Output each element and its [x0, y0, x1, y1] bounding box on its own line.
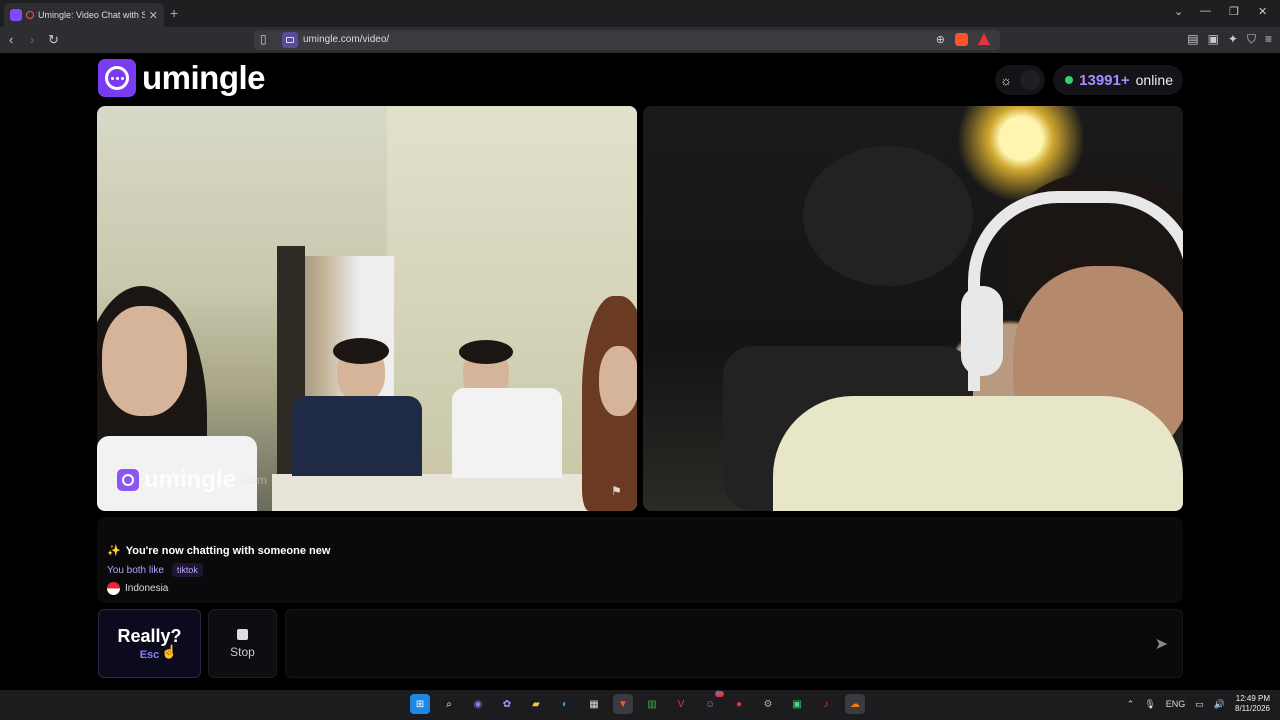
umingle-watermark: umingle .com: [117, 466, 267, 494]
watermark-logo-icon: [117, 469, 139, 491]
close-window-button[interactable]: ✕: [1258, 5, 1267, 18]
url-field[interactable]: ▯ umingle.com/video/ ⊕: [254, 30, 1000, 50]
sidebar-icon[interactable]: ▤: [1187, 32, 1198, 47]
send-icon[interactable]: ➤: [1155, 634, 1168, 654]
notepad-icon[interactable]: ▥: [642, 694, 662, 714]
zoom-icon[interactable]: ⊕: [936, 33, 945, 46]
android-icon[interactable]: ▣: [787, 694, 807, 714]
recording-indicator-icon: [26, 11, 34, 19]
indonesia-flag-icon: [107, 582, 120, 595]
search-icon[interactable]: ⌕: [439, 694, 459, 714]
teams-icon[interactable]: ◉: [468, 694, 488, 714]
language-indicator[interactable]: ENG: [1166, 699, 1186, 709]
camera-permission-icon[interactable]: [282, 32, 298, 48]
store-icon[interactable]: ▦: [584, 694, 604, 714]
brave-shields-icon[interactable]: [955, 33, 968, 46]
watermark-suffix: .com: [241, 473, 268, 487]
online-label: online: [1135, 72, 1173, 88]
stop-label: Stop: [230, 644, 255, 659]
stranger-video: umingle .com ⚑: [97, 106, 637, 511]
tab-close-icon[interactable]: ✕: [149, 9, 158, 22]
menu-icon[interactable]: ≡: [1265, 32, 1272, 47]
clock-date: 8/11/2026: [1235, 704, 1270, 713]
address-bar-row: ‹ › ↻ ▯ umingle.com/video/ ⊕ ▤ ▣ ✦ ⛉ ≡: [0, 27, 1280, 53]
online-counter: 13991+ online: [1053, 65, 1183, 95]
browser-tab-bar: Umingle: Video Chat with Str ✕ + ⌄ — ❐ ✕: [0, 0, 1280, 27]
status-message: You're now chatting with someone new: [125, 544, 331, 557]
vegas-icon[interactable]: V: [671, 694, 691, 714]
tab-title: Umingle: Video Chat with Str: [38, 10, 145, 20]
microphone-icon[interactable]: 🎙: [1144, 699, 1155, 710]
settings-gear-icon[interactable]: ⚙: [758, 694, 778, 714]
country-label: Indonesia: [125, 583, 169, 594]
brave-rewards-icon[interactable]: [978, 33, 990, 45]
stop-square-icon: [237, 628, 248, 640]
forward-icon[interactable]: ›: [30, 32, 34, 47]
online-count: 13991+: [1079, 71, 1130, 89]
logo-text: umingle: [142, 59, 266, 96]
bookmark-icon[interactable]: ▯: [260, 32, 267, 46]
skip-shortcut: Esc: [139, 649, 160, 661]
cloudflare-icon[interactable]: ☁: [845, 694, 865, 714]
new-tab-button[interactable]: +: [170, 5, 178, 21]
interest-tag: tiktok: [171, 563, 203, 577]
clock[interactable]: 12:49 PM 8/11/2026: [1235, 694, 1270, 714]
discord-badge: 9+: [715, 691, 724, 697]
clock-time: 12:49 PM: [1235, 694, 1270, 703]
windows-taskbar: ⊞ ⌕ ◉ ✿ ▰ ◐ ▦ ▼ ▥ V ☺ 9+ ● ⚙ ▣ ♪ ☁ ⌃ 🎙 EN…: [0, 690, 1280, 720]
shared-interests-label: You both like: [107, 564, 164, 576]
mouse-cursor-icon: ☝: [161, 644, 178, 659]
self-video: [643, 106, 1183, 511]
minimize-button[interactable]: —: [1200, 5, 1211, 17]
umingle-favicon-icon: [10, 9, 22, 21]
message-input[interactable]: [286, 610, 1182, 677]
record-app-icon[interactable]: ●: [729, 694, 749, 714]
tab-search-chevron-icon[interactable]: ⌄: [1174, 5, 1183, 18]
back-icon[interactable]: ‹: [9, 32, 13, 47]
theme-toggle[interactable]: ☼: [995, 65, 1046, 95]
browser-tab-umingle[interactable]: Umingle: Video Chat with Str ✕: [4, 3, 164, 27]
sparkle-icon: ✨: [107, 545, 121, 557]
wallet-icon[interactable]: ▣: [1208, 32, 1219, 47]
tray-chevron-icon[interactable]: ⌃: [1127, 699, 1135, 710]
discord-icon[interactable]: ☺ 9+: [700, 691, 724, 714]
vpn-icon[interactable]: ⛉: [1247, 32, 1256, 47]
online-status-dot: [1065, 76, 1074, 84]
toggle-knob: [1020, 70, 1041, 90]
umingle-logo[interactable]: umingle: [98, 59, 266, 97]
brave-icon[interactable]: ▼: [613, 694, 633, 714]
url-text[interactable]: umingle.com/video/: [303, 34, 389, 45]
maximize-button[interactable]: ❐: [1229, 5, 1239, 18]
network-icon[interactable]: ▭: [1195, 699, 1204, 710]
chat-bubble-logo-icon: [98, 59, 136, 97]
reload-icon[interactable]: ↻: [48, 32, 59, 48]
message-box: ➤: [285, 609, 1183, 678]
watermark-text: umingle: [144, 466, 237, 493]
start-windows-icon[interactable]: ⊞: [410, 694, 430, 714]
sun-icon: ☼: [1000, 72, 1013, 88]
leo-ai-icon[interactable]: ✦: [1228, 32, 1238, 47]
volume-icon[interactable]: 🔊: [1214, 699, 1225, 710]
chat-info-panel: ✨ You're now chatting with someone new Y…: [97, 517, 1183, 603]
tiktok-icon[interactable]: ♪: [816, 694, 836, 714]
copilot-icon[interactable]: ✿: [497, 694, 517, 714]
skip-button[interactable]: Really? Esc ☝: [98, 609, 201, 678]
file-explorer-icon[interactable]: ▰: [526, 694, 546, 714]
edge-icon[interactable]: ◐: [555, 694, 575, 714]
report-flag-icon[interactable]: ⚑: [611, 484, 622, 498]
stop-button[interactable]: Stop: [208, 609, 277, 678]
